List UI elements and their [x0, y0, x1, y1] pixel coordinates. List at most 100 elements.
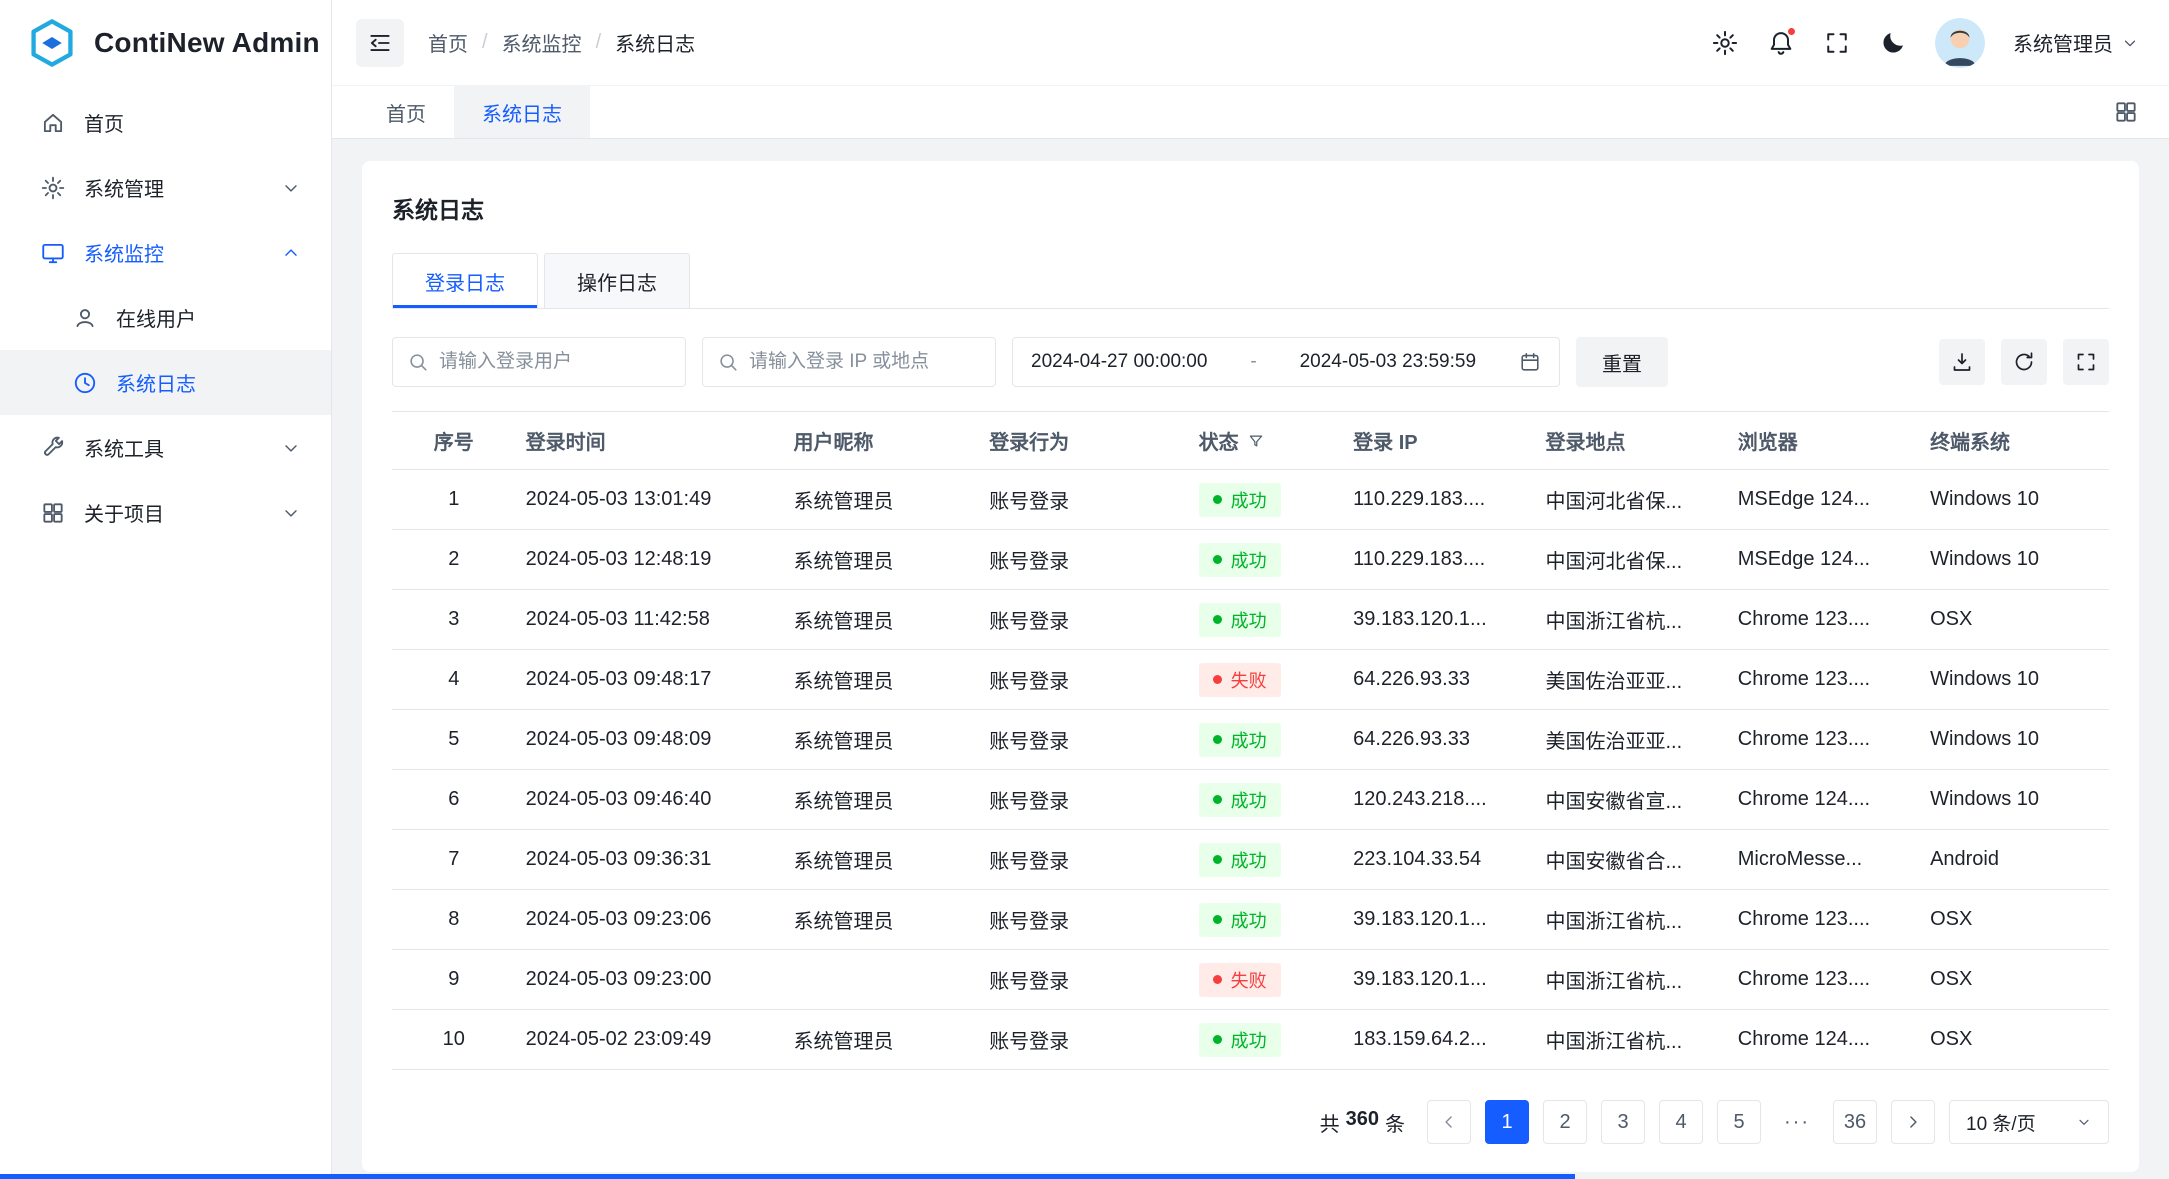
reset-button[interactable]: 重置: [1576, 337, 1668, 387]
bottom-progress-bar: [0, 1174, 1575, 1179]
cell-ip: 39.183.120.1...: [1343, 950, 1535, 1010]
sidebar-item-system-log[interactable]: 系统日志: [0, 350, 331, 415]
table-row: 4 2024-05-03 09:48:17 系统管理员 账号登录 失败 64.2…: [392, 650, 2109, 710]
logo[interactable]: ContiNew Admin: [0, 0, 331, 86]
prev-page-button[interactable]: [1427, 1100, 1471, 1144]
app-root: ContiNew Admin 首页 系统管理 系统监控 在线用户: [0, 0, 2169, 1179]
status-text: 成功: [1231, 1027, 1267, 1053]
col-behavior: 登录行为: [979, 412, 1188, 470]
tab-login-log[interactable]: 登录日志: [392, 253, 538, 308]
expand-table-button[interactable]: [2063, 339, 2109, 385]
tab-operation-log[interactable]: 操作日志: [544, 253, 690, 308]
table-row: 7 2024-05-03 09:36:31 系统管理员 账号登录 成功 223.…: [392, 830, 2109, 890]
tabbar-tab-system-log[interactable]: 系统日志: [454, 86, 590, 138]
col-ip: 登录 IP: [1343, 412, 1535, 470]
table-row: 2 2024-05-03 12:48:19 系统管理员 账号登录 成功 110.…: [392, 530, 2109, 590]
cell-nickname: 系统管理员: [783, 530, 979, 590]
filter-icon[interactable]: [1247, 432, 1265, 450]
export-button[interactable]: [1939, 339, 1985, 385]
tabbar-tab-home[interactable]: 首页: [358, 86, 454, 138]
pagination-pages: 1 2 3 4 5 ··· 36: [1485, 1100, 1877, 1144]
date-range-picker[interactable]: 2024-04-27 00:00:00 - 2024-05-03 23:59:5…: [1012, 337, 1560, 387]
sidebar-item-home[interactable]: 首页: [0, 90, 331, 155]
page-size-select[interactable]: 10 条/页: [1949, 1100, 2109, 1144]
avatar[interactable]: [1935, 18, 1985, 68]
status-badge: 成功: [1199, 783, 1281, 817]
cell-index: 8: [392, 890, 516, 950]
chevron-right-icon: [1903, 1112, 1923, 1132]
sidebar-item-label: 关于项目: [84, 498, 164, 527]
sidebar-item-system-monitor[interactable]: 系统监控: [0, 220, 331, 285]
cell-status: 失败: [1189, 650, 1344, 710]
log-type-tabs: 登录日志 操作日志: [392, 253, 2109, 309]
avatar-image: [1935, 18, 1985, 68]
cell-location: 美国佐治亚亚...: [1535, 710, 1727, 770]
cell-behavior: 账号登录: [979, 590, 1188, 650]
breadcrumb-current: 系统日志: [615, 28, 695, 57]
cell-nickname: 系统管理员: [783, 770, 979, 830]
theme-toggle-button[interactable]: [1879, 29, 1907, 57]
search-icon: [717, 351, 739, 373]
cell-ip: 110.229.183....: [1343, 530, 1535, 590]
status-badge: 成功: [1199, 843, 1281, 877]
login-ip-search: [702, 337, 996, 387]
settings-button[interactable]: [1711, 29, 1739, 57]
pagination-page-button[interactable]: ···: [1775, 1100, 1819, 1144]
pagination-page-button[interactable]: 3: [1601, 1100, 1645, 1144]
login-user-input[interactable]: [439, 351, 671, 373]
chevron-down-icon: [2121, 34, 2139, 52]
pagination-page-button[interactable]: 5: [1717, 1100, 1761, 1144]
page-title: 系统日志: [392, 191, 2109, 225]
cell-login-time: 2024-05-03 09:23:06: [516, 890, 784, 950]
cell-status: 成功: [1189, 830, 1344, 890]
cell-behavior: 账号登录: [979, 470, 1188, 530]
cell-os: OSX: [1920, 890, 2109, 950]
cell-browser: Chrome 124....: [1728, 1010, 1920, 1070]
cell-login-time: 2024-05-03 11:42:58: [516, 590, 784, 650]
pagination-page-button[interactable]: 36: [1833, 1100, 1877, 1144]
chevron-down-icon: [281, 438, 301, 458]
breadcrumb-separator: /: [596, 31, 602, 54]
cell-behavior: 账号登录: [979, 890, 1188, 950]
next-page-button[interactable]: [1891, 1100, 1935, 1144]
sidebar-item-about[interactable]: 关于项目: [0, 480, 331, 545]
cell-behavior: 账号登录: [979, 530, 1188, 590]
total-count: 共360条: [1320, 1108, 1405, 1137]
breadcrumb: 首页 / 系统监控 / 系统日志: [428, 28, 695, 57]
pagination-page-button[interactable]: 2: [1543, 1100, 1587, 1144]
notifications-button[interactable]: [1767, 29, 1795, 57]
status-badge: 成功: [1199, 543, 1281, 577]
fullscreen-button[interactable]: [1823, 29, 1851, 57]
login-ip-input[interactable]: [749, 351, 981, 373]
collapse-sidebar-button[interactable]: [356, 19, 404, 67]
app-title: ContiNew Admin: [94, 27, 320, 59]
cell-os: Windows 10: [1920, 770, 2109, 830]
login-log-table: 序号 登录时间 用户昵称 登录行为 状态 登录 IP 登录: [392, 411, 2109, 1070]
notification-dot: [1786, 26, 1797, 37]
table-row: 5 2024-05-03 09:48:09 系统管理员 账号登录 成功 64.2…: [392, 710, 2109, 770]
table-row: 6 2024-05-03 09:46:40 系统管理员 账号登录 成功 120.…: [392, 770, 2109, 830]
cell-behavior: 账号登录: [979, 950, 1188, 1010]
breadcrumb-separator: /: [482, 31, 488, 54]
pagination-page-button[interactable]: 4: [1659, 1100, 1703, 1144]
pagination-page-button[interactable]: 1: [1485, 1100, 1529, 1144]
cell-behavior: 账号登录: [979, 650, 1188, 710]
status-dot: [1213, 1035, 1222, 1044]
cell-location: 中国河北省保...: [1535, 530, 1727, 590]
status-dot: [1213, 675, 1222, 684]
breadcrumb-system-monitor[interactable]: 系统监控: [502, 28, 582, 57]
cell-nickname: [783, 950, 979, 1010]
tab-list-button[interactable]: [2109, 86, 2143, 138]
refresh-button[interactable]: [2001, 339, 2047, 385]
breadcrumb-home[interactable]: 首页: [428, 28, 468, 57]
cell-status: 成功: [1189, 1010, 1344, 1070]
user-menu[interactable]: 系统管理员: [2013, 28, 2139, 57]
sidebar-item-system-management[interactable]: 系统管理: [0, 155, 331, 220]
sidebar-item-label: 在线用户: [116, 303, 196, 332]
cell-location: 中国浙江省杭...: [1535, 590, 1727, 650]
sidebar-item-system-tools[interactable]: 系统工具: [0, 415, 331, 480]
cell-behavior: 账号登录: [979, 830, 1188, 890]
status-text: 成功: [1231, 787, 1267, 813]
cell-index: 3: [392, 590, 516, 650]
sidebar-item-online-users[interactable]: 在线用户: [0, 285, 331, 350]
